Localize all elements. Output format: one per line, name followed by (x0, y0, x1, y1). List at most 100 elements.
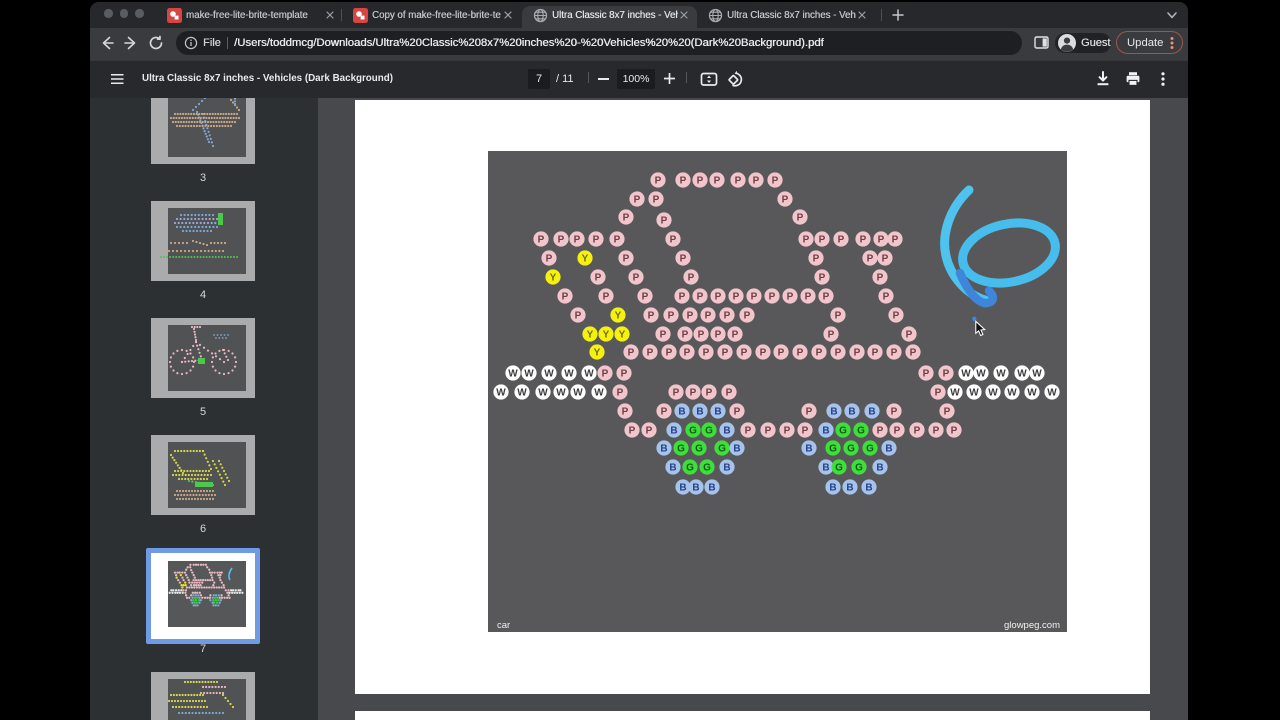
svg-text:P: P (647, 348, 654, 359)
svg-text:G: G (686, 463, 694, 474)
svg-text:P: P (797, 213, 804, 224)
svg-text:P: P (575, 311, 582, 322)
svg-text:P: P (697, 176, 704, 187)
svg-text:P: P (538, 235, 545, 246)
svg-text:P: P (673, 388, 680, 399)
svg-text:P: P (623, 213, 630, 224)
svg-text:P: P (877, 273, 884, 284)
svg-text:P: P (819, 235, 826, 246)
svg-text:P: P (906, 330, 913, 341)
svg-text:G: G (866, 444, 874, 455)
svg-text:P: P (715, 330, 722, 341)
svg-text:P: P (697, 292, 704, 303)
svg-text:P: P (943, 369, 950, 380)
svg-text:P: P (595, 273, 602, 284)
svg-text:P: P (680, 254, 687, 265)
svg-text:P: P (562, 292, 569, 303)
svg-text:P: P (724, 311, 731, 322)
svg-text:G: G (857, 426, 865, 437)
svg-text:P: P (923, 369, 930, 380)
svg-text:W: W (544, 369, 554, 380)
svg-text:P: P (680, 176, 687, 187)
svg-text:B: B (678, 407, 685, 418)
svg-text:P: P (813, 254, 820, 265)
svg-text:W: W (1047, 388, 1057, 399)
svg-text:P: P (872, 348, 879, 359)
svg-text:P: P (733, 292, 740, 303)
svg-text:Y: Y (587, 330, 594, 341)
svg-text:B: B (846, 483, 853, 494)
svg-text:P: P (933, 426, 940, 437)
svg-text:P: P (634, 195, 641, 206)
svg-text:P: P (653, 195, 660, 206)
svg-text:P: P (722, 348, 729, 359)
svg-text:W: W (961, 369, 971, 380)
svg-text:B: B (723, 463, 730, 474)
svg-text:P: P (668, 311, 675, 322)
svg-text:P: P (603, 292, 610, 303)
svg-text:P: P (621, 369, 628, 380)
svg-text:P: P (614, 235, 621, 246)
svg-text:P: P (854, 348, 861, 359)
svg-text:P: P (802, 426, 809, 437)
svg-text:W: W (556, 388, 566, 399)
svg-text:P: P (769, 292, 776, 303)
svg-text:P: P (735, 176, 742, 187)
svg-text:P: P (741, 348, 748, 359)
svg-text:P: P (894, 426, 901, 437)
svg-text:P: P (682, 330, 689, 341)
svg-text:W: W (594, 388, 604, 399)
svg-text:P: P (705, 311, 712, 322)
svg-text:B: B (714, 407, 721, 418)
svg-text:P: P (666, 348, 673, 359)
svg-text:B: B (692, 483, 699, 494)
svg-text:P: P (860, 235, 867, 246)
svg-text:W: W (969, 388, 979, 399)
svg-text:P: P (690, 388, 697, 399)
svg-text:P: P (628, 348, 635, 359)
svg-text:W: W (988, 388, 998, 399)
svg-text:Y: Y (582, 254, 589, 265)
svg-text:B: B (696, 407, 703, 418)
svg-text:B: B (670, 426, 677, 437)
svg-text:P: P (648, 311, 655, 322)
svg-text:P: P (772, 176, 779, 187)
svg-text:B: B (829, 483, 836, 494)
svg-text:W: W (1017, 369, 1027, 380)
svg-text:P: P (633, 273, 640, 284)
svg-text:P: P (787, 292, 794, 303)
svg-text:P: P (893, 311, 900, 322)
svg-text:G: G (847, 444, 855, 455)
svg-text:P: P (878, 235, 885, 246)
svg-text:P: P (823, 292, 830, 303)
svg-text:B: B (876, 463, 883, 474)
svg-text:P: P (805, 292, 812, 303)
svg-text:P: P (877, 426, 884, 437)
svg-text:P: P (623, 254, 630, 265)
svg-text:P: P (703, 348, 710, 359)
svg-text:P: P (867, 254, 874, 265)
svg-text:P: P (944, 407, 951, 418)
svg-text:P: P (828, 330, 835, 341)
svg-text:P: P (751, 292, 758, 303)
svg-text:P: P (778, 348, 785, 359)
svg-text:B: B (830, 407, 837, 418)
svg-text:Y: Y (594, 348, 601, 359)
svg-text:P: P (646, 426, 653, 437)
svg-text:B: B (669, 463, 676, 474)
svg-text:P: P (687, 311, 694, 322)
svg-text:P: P (891, 348, 898, 359)
svg-text:P: P (715, 292, 722, 303)
svg-text:B: B (723, 426, 730, 437)
svg-text:car: car (497, 620, 510, 631)
svg-text:P: P (679, 292, 686, 303)
svg-text:P: P (784, 426, 791, 437)
svg-text:B: B (865, 483, 872, 494)
svg-text:P: P (951, 426, 958, 437)
svg-text:P: P (838, 235, 845, 246)
svg-text:P: P (602, 369, 609, 380)
svg-text:P: P (892, 235, 899, 246)
svg-text:P: P (629, 426, 636, 437)
svg-text:P: P (745, 426, 752, 437)
svg-text:P: P (910, 348, 917, 359)
